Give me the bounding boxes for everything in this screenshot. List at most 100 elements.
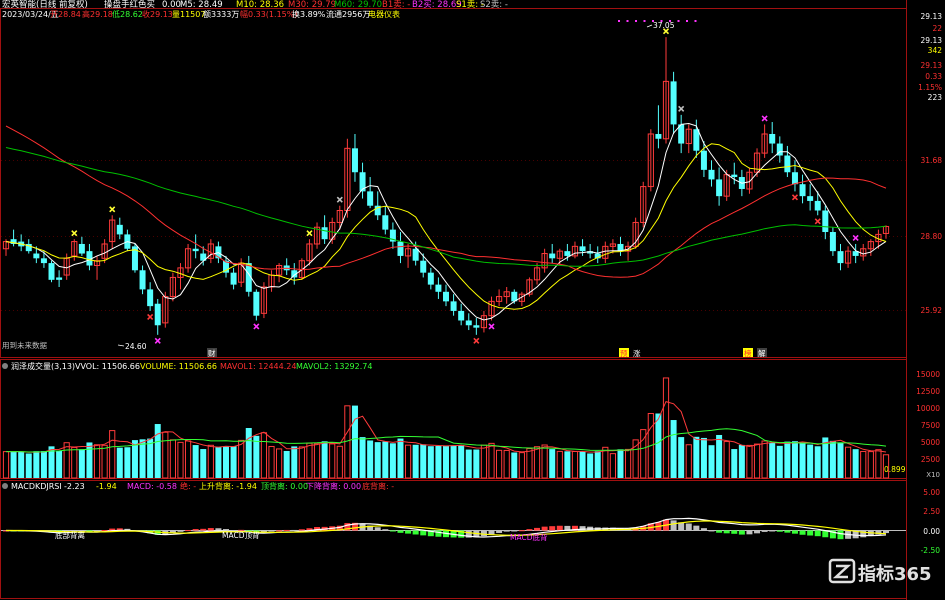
candle bbox=[56, 270, 63, 288]
volume-bar bbox=[184, 440, 192, 479]
macd-bar bbox=[374, 527, 381, 531]
candle-body bbox=[443, 291, 449, 302]
candle bbox=[154, 298, 161, 335]
macd-bar bbox=[708, 530, 715, 532]
macd-bar bbox=[192, 529, 199, 531]
watermark: 指标365 bbox=[828, 558, 932, 585]
indicator-name: 操盘手红色买 bbox=[104, 0, 155, 10]
volume-bar bbox=[116, 447, 123, 478]
volume-bar bbox=[329, 443, 336, 479]
volume-bar bbox=[268, 445, 275, 479]
candle bbox=[829, 227, 836, 256]
signal-cross-icon bbox=[761, 115, 768, 122]
candle-body bbox=[700, 150, 707, 170]
candle-body bbox=[693, 129, 700, 151]
candle bbox=[837, 243, 844, 271]
macd-bar bbox=[412, 530, 419, 535]
volume-bar bbox=[404, 444, 412, 479]
volume-bar bbox=[571, 450, 579, 479]
volume-bar bbox=[306, 442, 313, 479]
candle bbox=[678, 114, 685, 154]
macd-axis-neg: -2.50 bbox=[921, 546, 941, 555]
candle-body bbox=[33, 253, 40, 259]
candle-body bbox=[351, 148, 358, 173]
macd-header: MACDKDJRSI -2.23 -1.94 MACD: -0.58 绝: - … bbox=[2, 481, 394, 491]
volume-bar bbox=[609, 453, 616, 479]
volume-axis: 15000 12500 10000 7500 5000 2500 X10 bbox=[916, 370, 940, 479]
volume-bar bbox=[776, 445, 783, 478]
candle bbox=[109, 215, 116, 249]
candle bbox=[40, 251, 47, 268]
macd-bar bbox=[746, 530, 753, 535]
volume-bar bbox=[526, 448, 533, 479]
macd-bar bbox=[420, 530, 427, 536]
candle bbox=[784, 145, 791, 178]
axis-percent: 1.15% bbox=[918, 83, 942, 92]
svg-text:涨: 涨 bbox=[633, 348, 641, 358]
macd-bar bbox=[534, 527, 541, 531]
event-label-zhang: 涨 bbox=[632, 348, 642, 358]
volume-bar bbox=[192, 445, 199, 478]
volume-bar bbox=[564, 451, 571, 478]
vol-axis-2500: 2500 bbox=[921, 455, 940, 464]
volume-bar bbox=[40, 451, 47, 478]
volume-indicator-name: 润泽成交量(3,13) bbox=[11, 361, 75, 371]
volume-bar bbox=[427, 446, 434, 478]
candle bbox=[685, 124, 692, 154]
volume-bar bbox=[655, 413, 662, 478]
macd-axis-2-5: 2.50 bbox=[923, 507, 940, 516]
quote-sector: 电器仪表 bbox=[368, 9, 400, 19]
peak-dot bbox=[635, 20, 637, 22]
candle-body bbox=[465, 320, 472, 326]
volume-bar bbox=[807, 444, 814, 478]
peak-pointer bbox=[646, 24, 653, 28]
price-grid bbox=[1, 160, 906, 311]
candle bbox=[541, 248, 548, 273]
vol-axis-10000: 10000 bbox=[916, 404, 940, 413]
signal-cross-icon bbox=[852, 234, 859, 242]
candle bbox=[443, 284, 449, 307]
candle bbox=[716, 167, 723, 206]
volume-settings-icon[interactable] bbox=[2, 363, 8, 369]
macd-bar bbox=[807, 530, 814, 536]
ma10-value: M10: 28.36 bbox=[236, 0, 284, 10]
macd-bar bbox=[731, 530, 738, 534]
volume-bar bbox=[685, 444, 692, 479]
signal-cross-icon bbox=[791, 194, 799, 201]
ma5-value: M5: 28.49 bbox=[180, 0, 223, 10]
candle-body bbox=[814, 200, 821, 211]
candle bbox=[708, 160, 715, 187]
macd-settings-icon[interactable] bbox=[2, 483, 8, 489]
macd-axis-5: 5.00 bbox=[923, 488, 940, 497]
volume-bar bbox=[844, 446, 852, 479]
macd-bottom-divergence: 底背离: - bbox=[362, 481, 394, 491]
volume-bar bbox=[473, 449, 480, 478]
macd-jue: 绝: - bbox=[180, 481, 196, 491]
candle-body bbox=[807, 196, 814, 201]
volume-bar bbox=[541, 444, 548, 479]
price-annotations: 37.05 24.60 用到未来数据 财 预 涨 榜 解 bbox=[2, 21, 767, 358]
volume-bar bbox=[291, 446, 298, 478]
macd-bar bbox=[883, 530, 889, 534]
volume-bar bbox=[496, 449, 503, 479]
macd-bar bbox=[511, 530, 518, 532]
candle bbox=[496, 289, 503, 307]
quote-change: 幅0.33(1.15%) bbox=[240, 9, 297, 19]
volume-bar bbox=[313, 443, 321, 479]
macd-bar bbox=[837, 530, 844, 540]
volume-bar bbox=[124, 447, 131, 478]
volume-bar bbox=[480, 444, 488, 479]
candle bbox=[93, 255, 101, 280]
macd-bar bbox=[298, 529, 305, 531]
volume-bar bbox=[374, 442, 381, 478]
volume-bar bbox=[245, 428, 252, 478]
candle bbox=[336, 205, 343, 230]
stock-chart[interactable]: 宏英智能(日线 前复权) 操盘手红色买 0.00 M5: 28.49 M10: … bbox=[0, 0, 945, 600]
candle-body bbox=[435, 284, 442, 292]
volume-bar bbox=[860, 450, 867, 479]
candle-body bbox=[670, 81, 677, 125]
signal-cross-icon bbox=[678, 105, 685, 112]
macd-bar bbox=[754, 530, 761, 534]
candle bbox=[404, 243, 412, 268]
volume-bar bbox=[215, 446, 222, 478]
